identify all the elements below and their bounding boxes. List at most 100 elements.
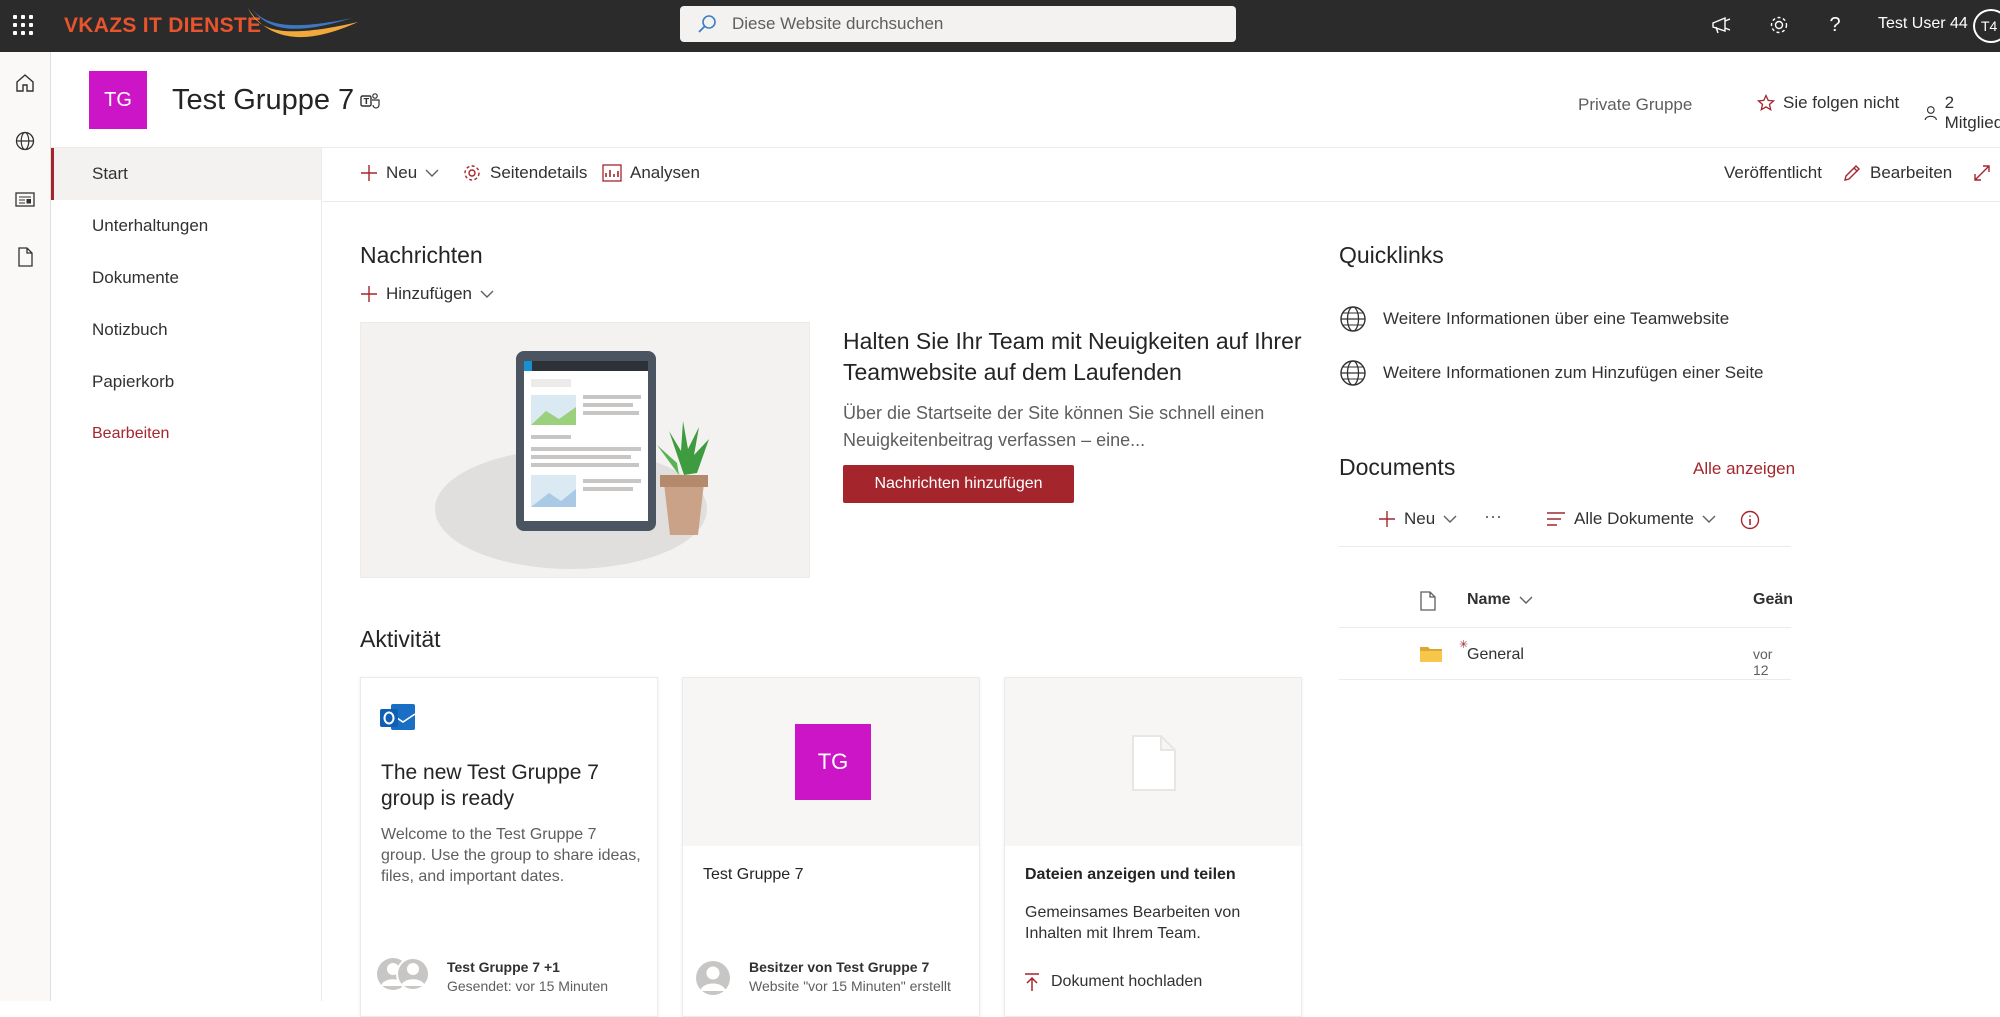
news-add-label: Hinzufügen	[386, 284, 473, 303]
teams-icon[interactable]: T	[360, 92, 380, 115]
help-icon[interactable]: ?	[1822, 12, 1848, 38]
star-icon	[1757, 94, 1775, 112]
card-preview	[1005, 678, 1301, 846]
nav-item-notebook[interactable]: Notizbuch	[51, 304, 321, 356]
published-status: Veröffentlicht	[1724, 163, 1822, 183]
news-illustration	[360, 322, 810, 578]
globe-icon[interactable]	[12, 128, 38, 154]
docs-list-header: Name Geän	[1339, 588, 1793, 628]
chevron-down-icon	[1443, 515, 1457, 523]
expand-icon[interactable]	[1972, 163, 1992, 183]
site-logo-thumb: TG	[795, 724, 871, 800]
docs-new-button[interactable]: Neu	[1378, 509, 1457, 529]
activity-card[interactable]: The new Test Gruppe 7 group is ready Wel…	[360, 677, 658, 1017]
chevron-down-icon	[425, 169, 439, 177]
nav-item-recycle-bin[interactable]: Papierkorb	[51, 356, 321, 408]
info-icon[interactable]	[1740, 510, 1760, 530]
news-title: Nachrichten	[360, 242, 483, 268]
page-details-button[interactable]: Seitendetails	[462, 163, 587, 183]
card-preview: TG	[683, 678, 979, 846]
news-add-button[interactable]: Hinzufügen	[360, 284, 494, 304]
activity-card-title: The new Test Gruppe 7 group is ready	[381, 761, 599, 810]
quicklink-item[interactable]: Weitere Informationen über eine Teamwebs…	[1339, 305, 1729, 333]
follow-label: Sie folgen nicht	[1783, 93, 1900, 112]
file-type-icon[interactable]	[1419, 590, 1437, 612]
site-header: TG Test Gruppe 7 T Private Gruppe Sie fo…	[51, 52, 2000, 148]
activity-card-meta: Gesendet: vor 15 Minuten	[447, 978, 609, 994]
news-headline: Halten Sie Ihr Team mit Neuigkeiten auf …	[843, 328, 1302, 385]
activity-card-title: Dateien anzeigen und teilen	[1025, 866, 1236, 883]
upload-document-label: Dokument hochladen	[1051, 973, 1203, 990]
activity-card[interactable]: Dateien anzeigen und teilen Gemeinsames …	[1004, 677, 1302, 1017]
site-logo[interactable]: TG	[89, 71, 147, 129]
home-icon[interactable]	[12, 70, 38, 96]
activity-card-title: Test Gruppe 7	[703, 866, 804, 883]
megaphone-icon[interactable]	[1709, 12, 1735, 38]
gear-icon[interactable]	[1766, 12, 1792, 38]
app-launcher-icon[interactable]	[10, 12, 36, 38]
svg-text:T: T	[364, 97, 370, 106]
activity-title: Aktivität	[360, 626, 441, 652]
column-name-label: Name	[1467, 591, 1511, 608]
person-avatar-icon	[695, 960, 731, 1001]
quicklink-label: Weitere Informationen über eine Teamwebs…	[1383, 309, 1730, 328]
new-menu-button[interactable]: Neu	[360, 163, 439, 183]
plus-icon	[361, 165, 377, 181]
analytics-label: Analysen	[630, 163, 700, 182]
news-icon[interactable]	[12, 186, 38, 212]
privacy-label: Private Gruppe	[1578, 95, 1693, 114]
search-box[interactable]: Diese Website durchsuchen	[680, 6, 1236, 42]
nav-item-documents[interactable]: Dokumente	[51, 252, 321, 304]
quicklink-item[interactable]: Weitere Informationen zum Hinzufügen ein…	[1339, 359, 1764, 387]
view-lines-icon	[1547, 512, 1565, 526]
app-bar	[0, 52, 51, 1001]
nav-item-conversations[interactable]: Unterhaltungen	[51, 200, 321, 252]
table-row[interactable]: ✳ General vor 12	[1339, 630, 1791, 680]
outlook-icon	[379, 700, 417, 741]
activity-card-body: Welcome to the Test Gruppe 7 group. Use …	[381, 826, 641, 885]
activity-card[interactable]: TG Test Gruppe 7 Besitzer von Test Grupp…	[682, 677, 980, 1017]
published-label: Veröffentlicht	[1724, 163, 1822, 182]
user-avatar[interactable]: T4	[1973, 9, 2000, 43]
search-icon	[698, 15, 716, 33]
chart-icon	[602, 164, 622, 182]
edit-page-button[interactable]: Bearbeiten	[1842, 163, 1952, 183]
nav-edit-link[interactable]: Bearbeiten	[51, 408, 321, 460]
page-details-label: Seitendetails	[490, 163, 588, 182]
quicklink-label: Weitere Informationen zum Hinzufügen ein…	[1383, 363, 1764, 382]
news-description: Über die Startseite der Site können Sie …	[843, 403, 1265, 450]
view-selector[interactable]: Alle Dokumente	[1546, 509, 1716, 529]
globe-icon	[1340, 306, 1366, 332]
activity-card-meta: Website "vor 15 Minuten" erstellt	[749, 978, 951, 994]
blank-document-icon	[1132, 735, 1176, 791]
members-button[interactable]: 2 Mitglieder	[1923, 93, 2000, 133]
command-bar: Neu Seitendetails Analysen Veröffentlich…	[322, 148, 2000, 202]
user-name[interactable]: Test User 44	[1878, 15, 1968, 33]
brand-logo[interactable]: VKAZS IT DIENSTE	[64, 6, 358, 42]
nav-item-start[interactable]: Start	[51, 148, 321, 200]
more-actions-button[interactable]: ···	[1484, 506, 1502, 527]
upload-icon	[1025, 973, 1039, 991]
document-icon[interactable]	[12, 244, 38, 270]
site-title[interactable]: Test Gruppe 7	[172, 84, 354, 117]
chevron-down-icon	[480, 290, 494, 298]
upload-document-button[interactable]: Dokument hochladen	[1023, 972, 1202, 992]
search-placeholder: Diese Website durchsuchen	[732, 14, 944, 33]
follow-button[interactable]: Sie folgen nicht	[1757, 93, 1899, 113]
folder-icon	[1420, 647, 1442, 662]
plus-icon	[1379, 511, 1395, 527]
view-label: Alle Dokumente	[1574, 509, 1695, 528]
docs-new-label: Neu	[1404, 509, 1436, 528]
analytics-button[interactable]: Analysen	[602, 163, 700, 183]
person-icon	[1924, 106, 1937, 121]
row-name[interactable]: General	[1467, 646, 1524, 664]
activity-card-author: Test Gruppe 7 +1	[447, 959, 560, 975]
people-avatars	[375, 956, 433, 997]
add-news-button[interactable]: Nachrichten hinzufügen	[843, 465, 1074, 503]
activity-card-body: Gemeinsames Bearbeiten von Inhalten mit …	[1025, 904, 1241, 942]
see-all-link[interactable]: Alle anzeigen	[1693, 459, 1795, 479]
chevron-down-icon	[1702, 515, 1716, 523]
new-label: Neu	[386, 163, 418, 182]
column-header-modified[interactable]: Geän	[1753, 591, 1793, 609]
column-header-name[interactable]: Name	[1467, 591, 1533, 609]
